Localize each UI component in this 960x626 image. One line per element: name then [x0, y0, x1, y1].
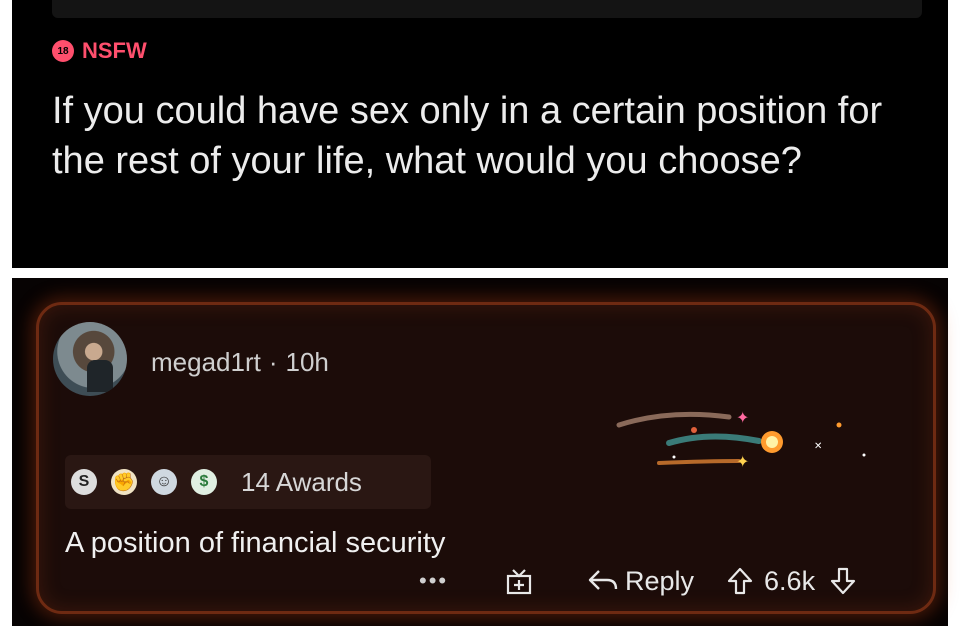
- upvote-button[interactable]: [726, 566, 754, 596]
- username[interactable]: megad1rt: [151, 347, 261, 377]
- comment-card: megad1rt · 10h ✦ ✦ ✕ S ✊ ☺ $ 14 Awards A p…: [36, 302, 936, 614]
- comment-meta: megad1rt · 10h: [151, 347, 329, 378]
- comment-age: 10h: [285, 347, 329, 377]
- upvote-arrow-icon: [727, 567, 753, 595]
- comment-area: megad1rt · 10h ✦ ✦ ✕ S ✊ ☺ $ 14 Awards A p…: [12, 278, 948, 626]
- nsfw-18-icon: 18: [52, 40, 74, 62]
- awards-animation-effect: ✦ ✦ ✕: [616, 410, 866, 471]
- comment-actions: ••• Reply 6.6k: [419, 561, 919, 601]
- more-options-button[interactable]: •••: [419, 568, 479, 594]
- hugz-award-icon: ☺: [151, 469, 177, 495]
- gift-icon: [506, 569, 532, 595]
- meta-separator: ·: [268, 347, 278, 377]
- reply-button[interactable]: Reply: [587, 566, 694, 597]
- silver-award-icon: S: [71, 469, 97, 495]
- divider: [0, 268, 960, 278]
- post-top-bar: [52, 0, 922, 18]
- reply-label: Reply: [625, 565, 695, 596]
- vote-score: 6.6k: [764, 565, 816, 596]
- svg-text:✦: ✦: [736, 410, 749, 427]
- post-title[interactable]: If you could have sex only in a certain …: [52, 86, 912, 186]
- comment-body: A position of financial security: [65, 527, 446, 559]
- svg-text:✕: ✕: [814, 441, 822, 452]
- awards-count: 14 Awards: [241, 466, 362, 497]
- nsfw-tag: 18 NSFW: [52, 38, 147, 64]
- wholesome-award-icon: ✊: [111, 469, 137, 495]
- avatar[interactable]: [53, 322, 127, 396]
- take-my-money-award-icon: $: [191, 469, 217, 495]
- reply-arrow-icon: [588, 570, 618, 590]
- nsfw-label: NSFW: [82, 38, 147, 63]
- post-header: 18 NSFW If you could have sex only in a …: [12, 0, 948, 268]
- awards-bar[interactable]: S ✊ ☺ $ 14 Awards: [65, 455, 431, 509]
- svg-text:✦: ✦: [736, 454, 749, 471]
- downvote-arrow-icon: [830, 567, 856, 595]
- give-award-button[interactable]: [503, 565, 551, 597]
- downvote-button[interactable]: [829, 566, 857, 596]
